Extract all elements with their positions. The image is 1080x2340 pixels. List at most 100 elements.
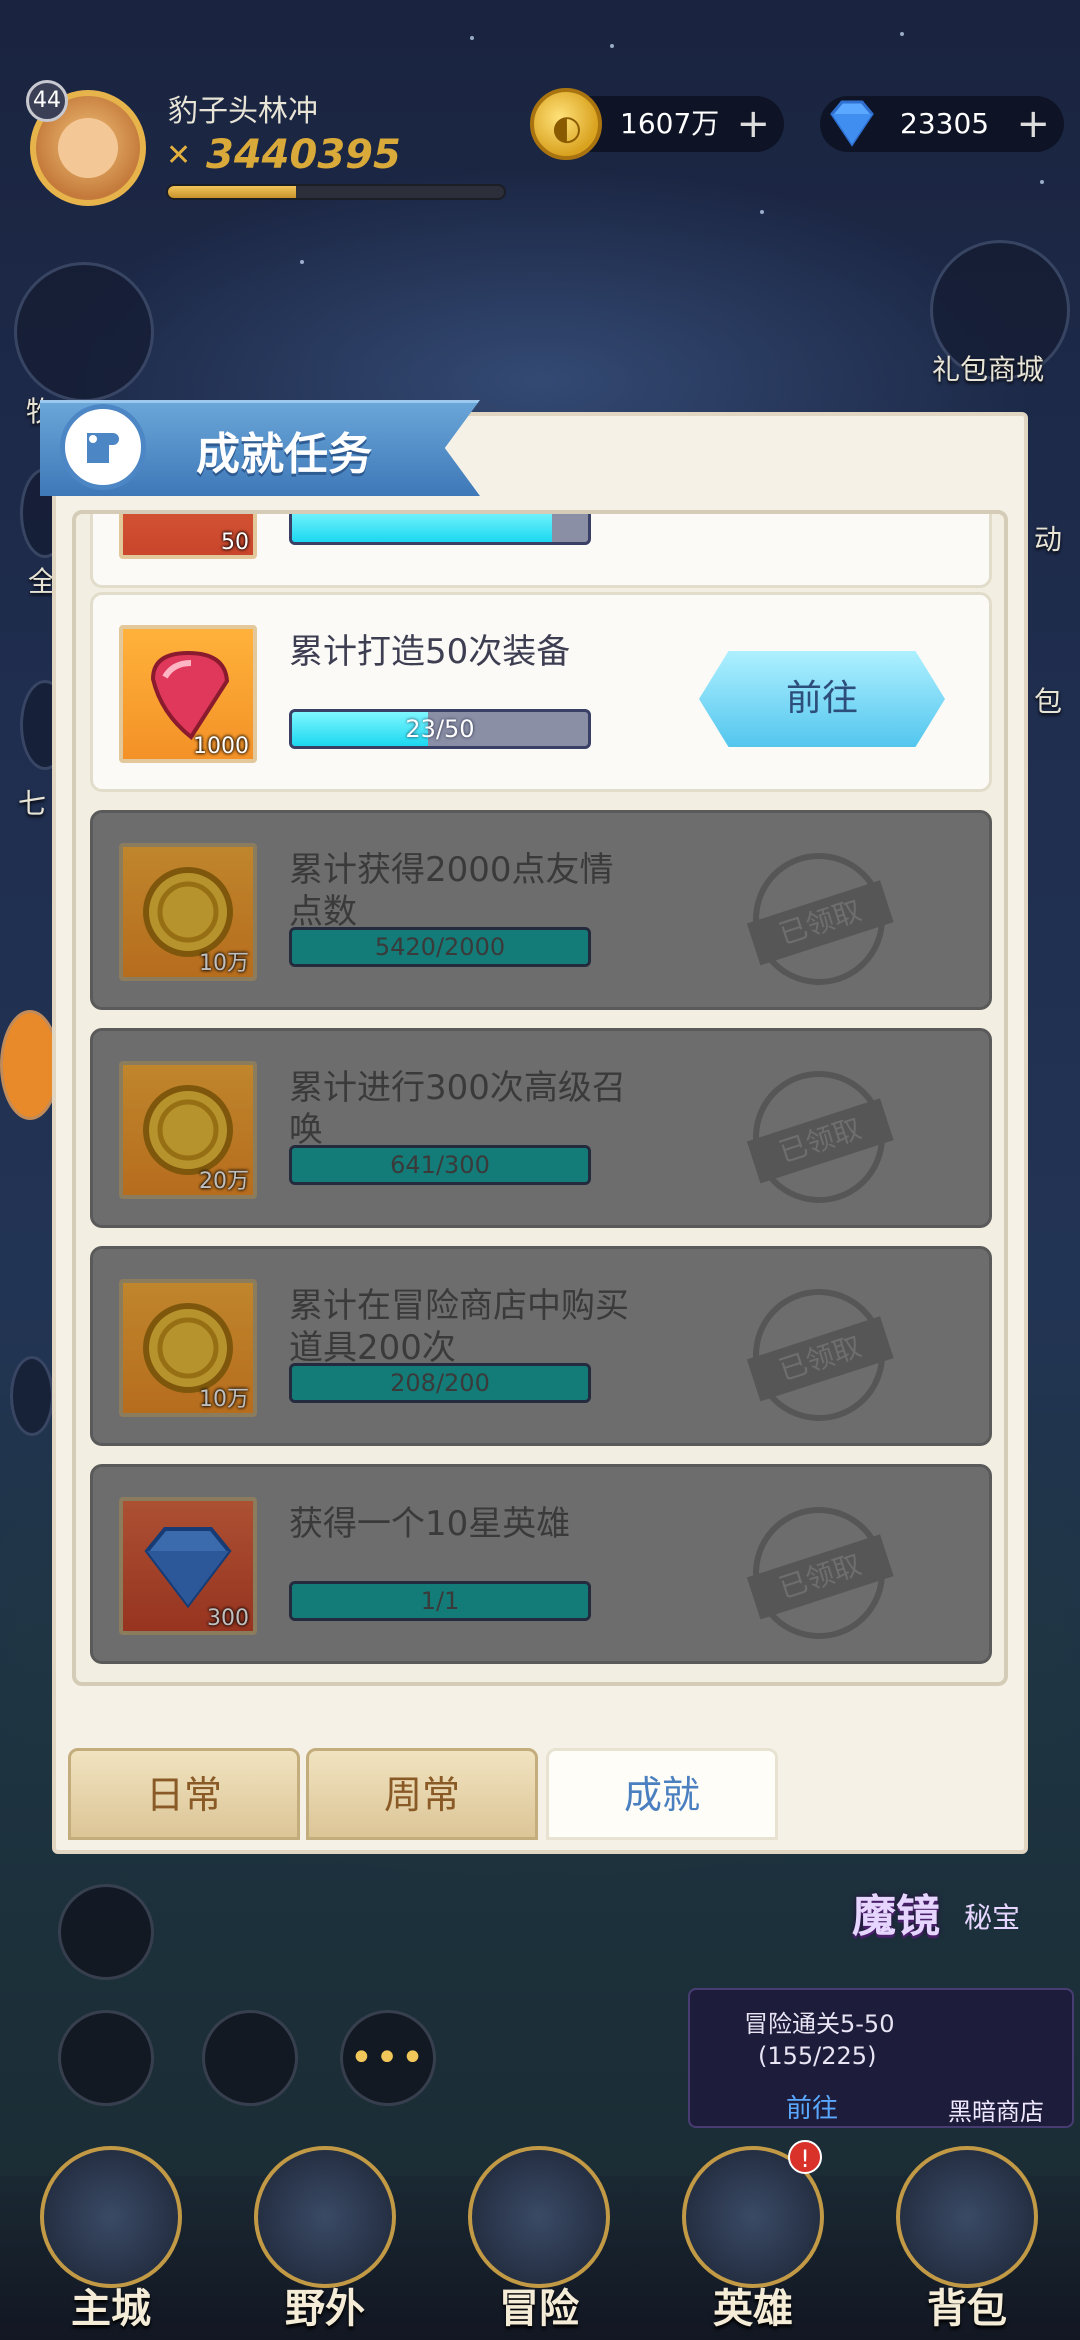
- task-progress-bar: 1/1: [289, 1581, 591, 1621]
- nav-heroes[interactable]: ! 英雄: [668, 2140, 838, 2340]
- task-progress-partial-fill: [292, 514, 553, 542]
- task-progress-bar: 641/300: [289, 1145, 591, 1185]
- backpack-icon: [896, 2146, 1038, 2288]
- claimed-stamp: 已领取: [735, 1489, 903, 1657]
- task-reward: 10万: [119, 1279, 257, 1417]
- claimed-stamp: 已领取: [735, 1271, 903, 1439]
- nav-label: 背包: [927, 2286, 1007, 2332]
- nav-label: 英雄: [713, 2286, 793, 2332]
- exp-bar-fill: [168, 186, 296, 198]
- task-card: 10万 累计获得2000点友情点数 5420/2000 已领取: [90, 810, 992, 1010]
- mail-button[interactable]: [58, 1884, 154, 1980]
- nav-main-city[interactable]: 主城: [26, 2146, 196, 2340]
- diamond-currency: 23305 +: [820, 96, 1064, 152]
- task-title: 累计获得2000点友情点数: [289, 850, 614, 932]
- reward-amount: 300: [207, 1606, 249, 1631]
- task-progress-text: 5420/2000: [374, 933, 506, 961]
- task-progress-text: 208/200: [390, 1369, 490, 1397]
- claimed-stamp-text: 已领取: [746, 1534, 894, 1620]
- task-title: 累计进行300次高级召唤: [289, 1068, 626, 1150]
- task-reward: 10万: [119, 843, 257, 981]
- nav-wild[interactable]: 野外: [240, 2146, 410, 2340]
- task-card: 300 获得一个10星英雄 1/1 已领取: [90, 1464, 992, 1664]
- tab-daily[interactable]: 日常: [68, 1748, 300, 1840]
- task-progress-bar: 208/200: [289, 1363, 591, 1403]
- castle-icon: [40, 2146, 182, 2288]
- reward-amount: 10万: [199, 1387, 249, 1412]
- ranking-button[interactable]: [58, 2010, 154, 2106]
- magic-mirror-subtitle: 秘宝: [964, 1901, 1021, 1934]
- go-button[interactable]: 前往: [699, 651, 945, 747]
- magic-mirror-title[interactable]: 魔镜: [852, 1880, 940, 1944]
- diamond-amount: 23305: [900, 107, 990, 140]
- reward-amount-partial: 50: [221, 530, 249, 555]
- task-progress-text: 1/1: [420, 1587, 460, 1615]
- task-progress-text: 23/50: [405, 715, 475, 743]
- player-power: 3440395: [206, 132, 401, 178]
- quest-go-link[interactable]: 前往: [786, 2088, 838, 2125]
- task-progress-bar: 23/50: [289, 709, 591, 749]
- task-progress-bar: 5420/2000: [289, 927, 591, 967]
- claimed-stamp: 已领取: [735, 1053, 903, 1221]
- gift-box-button[interactable]: [202, 2010, 298, 2106]
- ruby-gem-icon: [150, 650, 230, 740]
- map-scroll-icon: [254, 2146, 396, 2288]
- nav-backpack[interactable]: 背包: [882, 2146, 1052, 2340]
- reward-amount: 1000: [193, 734, 249, 759]
- quest-name: 冒险通关5-50: [744, 2010, 895, 2038]
- task-card: 20万 累计进行300次高级召唤 641/300 已领取: [90, 1028, 992, 1228]
- task-title: 获得一个10星英雄: [289, 1504, 571, 1544]
- scroll-icon: [87, 433, 119, 463]
- achievement-list[interactable]: 50 1000 累计打造50次装备 23/50 前往 10万 累计获得2000点…: [72, 510, 1008, 1686]
- player-level-badge: 44: [26, 80, 68, 122]
- task-card-partial: 50: [90, 514, 992, 588]
- task-title: 累计打造50次装备: [289, 632, 571, 672]
- tab-weekly[interactable]: 周常: [306, 1748, 538, 1840]
- task-card: 10万 累计在冒险商店中购买道具200次 208/200 已领取: [90, 1246, 992, 1446]
- side-label-right-1: 动: [1034, 523, 1063, 556]
- task-reward: 300: [119, 1497, 257, 1635]
- exp-bar: [166, 184, 506, 200]
- mascot-button[interactable]: [0, 1010, 60, 1120]
- add-gold-button[interactable]: +: [736, 96, 770, 152]
- tab-achievement[interactable]: 成就: [546, 1748, 778, 1840]
- player-name: 豹子头林冲: [168, 94, 318, 129]
- panel-title: 成就任务: [196, 429, 372, 480]
- side-label-left-3: 七: [18, 787, 47, 820]
- gold-amount: 1607万: [620, 107, 720, 140]
- blue-diamond-icon: [144, 1527, 232, 1609]
- dark-shop-label[interactable]: 黑暗商店: [948, 2092, 1044, 2127]
- claimed-stamp-text: 已领取: [746, 880, 894, 966]
- nav-adventure[interactable]: 冒险: [454, 2146, 624, 2340]
- side-button-left-4[interactable]: [10, 1356, 54, 1436]
- gift-shop-label: 礼包商城: [932, 353, 1045, 386]
- task-progress-partial: [289, 514, 591, 545]
- task-reward: 1000: [119, 625, 257, 763]
- claimed-stamp-text: 已领取: [746, 1316, 894, 1402]
- gold-coin-icon: [530, 88, 602, 160]
- task-reward-partial: 50: [119, 514, 257, 559]
- nav-label: 主城: [71, 2286, 151, 2332]
- side-label-right-2: 包: [1034, 685, 1063, 718]
- claimed-stamp-text: 已领取: [746, 1098, 894, 1184]
- alert-icon: !: [788, 2140, 822, 2174]
- reward-amount: 20万: [199, 1169, 249, 1194]
- claimed-stamp: 已领取: [735, 835, 903, 1003]
- power-icon: ✕: [166, 138, 192, 173]
- panel-title-emblem: [60, 404, 146, 490]
- reward-amount: 10万: [199, 951, 249, 976]
- nav-label: 冒险: [499, 2286, 579, 2332]
- more-icon: •••: [349, 2035, 427, 2081]
- shield-icon: [468, 2146, 610, 2288]
- task-title: 累计在冒险商店中购买道具200次: [289, 1286, 629, 1368]
- treasure-chest-button[interactable]: [14, 262, 154, 402]
- task-card: 1000 累计打造50次装备 23/50 前往: [90, 592, 992, 792]
- quest-progress: (155/225): [758, 2042, 877, 2070]
- gold-currency: 1607万 +: [530, 88, 784, 160]
- diamond-icon: [830, 100, 874, 147]
- task-reward: 20万: [119, 1061, 257, 1199]
- task-progress-text: 641/300: [390, 1151, 490, 1179]
- add-diamond-button[interactable]: +: [1016, 96, 1050, 152]
- nav-label: 野外: [285, 2286, 365, 2332]
- more-button[interactable]: •••: [340, 2010, 436, 2106]
